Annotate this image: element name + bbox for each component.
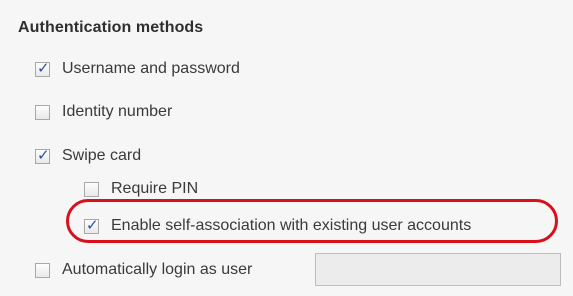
auto-login-user-input[interactable] bbox=[315, 253, 561, 286]
section-title: Authentication methods bbox=[18, 19, 204, 36]
option-username-password[interactable]: ✓ Username and password bbox=[35, 57, 240, 81]
auto-login-checkbox[interactable] bbox=[35, 262, 50, 278]
option-identity-number[interactable]: Identity number bbox=[35, 100, 172, 124]
checkmark-icon: ✓ bbox=[37, 58, 50, 77]
swipe-card-label: Swipe card bbox=[62, 147, 142, 164]
checkmark-icon: ✓ bbox=[37, 145, 50, 164]
highlight-ring bbox=[66, 199, 558, 243]
username-password-label: Username and password bbox=[62, 60, 240, 77]
identity-number-label: Identity number bbox=[62, 103, 173, 120]
authentication-methods-panel: Authentication methods ✓ Username and pa… bbox=[0, 0, 573, 296]
swipe-card-checkbox[interactable]: ✓ bbox=[35, 145, 50, 164]
option-require-pin[interactable]: Require PIN bbox=[84, 177, 198, 201]
require-pin-label: Require PIN bbox=[111, 180, 199, 197]
require-pin-checkbox[interactable] bbox=[84, 181, 99, 197]
option-swipe-card[interactable]: ✓ Swipe card bbox=[35, 144, 141, 168]
username-password-checkbox[interactable]: ✓ bbox=[35, 58, 50, 77]
auto-login-label: Automatically login as user bbox=[62, 261, 253, 278]
identity-number-checkbox[interactable] bbox=[35, 104, 50, 120]
option-auto-login[interactable]: Automatically login as user bbox=[35, 258, 252, 282]
